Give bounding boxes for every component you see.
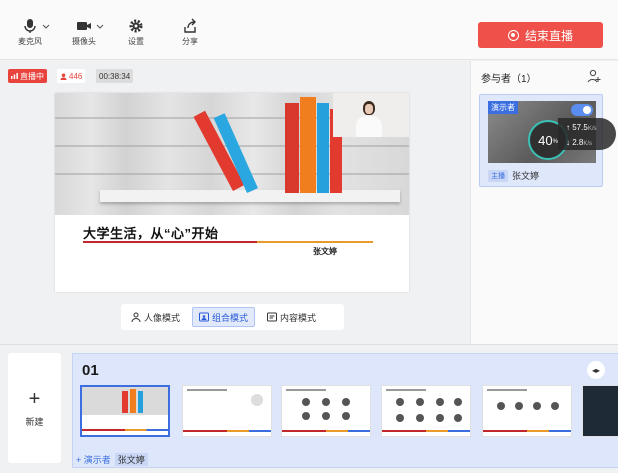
end-live-label: 结束直播	[524, 28, 573, 43]
combined-layout-icon	[199, 312, 210, 322]
share-button[interactable]: 分享	[170, 18, 210, 47]
slide-thumbnail[interactable]	[381, 385, 471, 437]
elapsed-timer: 00:38:34	[96, 69, 134, 83]
share-label: 分享	[182, 37, 198, 46]
scene-group-number: 01	[82, 362, 99, 379]
live-label: 直播中	[20, 71, 44, 81]
new-scene-label: 新建	[25, 416, 44, 427]
add-user-icon[interactable]	[587, 69, 601, 83]
participant-footer: 主播 张文婷	[488, 169, 539, 182]
mic-label: 麦克风	[18, 37, 42, 46]
microphone-icon	[24, 19, 36, 33]
participants-panel: 参与者（1） 演示者 40% ↑ 57.5K/s ↓ 2.8K/s 主播 张文婷	[470, 61, 618, 344]
settings-button[interactable]: 设置	[116, 18, 156, 47]
camera-chevron-down-icon[interactable]	[96, 22, 104, 30]
download-speed: 2.8	[572, 138, 584, 147]
participant-card[interactable]: 演示者 40% ↑ 57.5K/s ↓ 2.8K/s 主播 张文婷	[479, 94, 616, 187]
camera-label: 摄像头	[72, 37, 96, 46]
network-speed-panel: ↑ 57.5K/s ↓ 2.8K/s	[558, 118, 616, 150]
upload-arrow-icon: ↑	[566, 123, 570, 132]
download-arrow-icon: ↓	[566, 138, 570, 147]
person-icon	[131, 312, 141, 322]
collapse-arrows-icon[interactable]: ◂▸	[587, 361, 605, 379]
layout-mode-bar: 人像模式 组合模式 内容模式	[121, 304, 344, 330]
document-icon	[267, 312, 278, 322]
add-presenter-button[interactable]: + 演示者	[76, 453, 111, 466]
share-icon	[184, 18, 196, 33]
video-toggle[interactable]	[571, 104, 593, 116]
scene-group: 01 ◂▸ + 演示者 张文婷	[72, 353, 618, 468]
upload-speed: 57.5	[572, 123, 588, 132]
content-mode-button[interactable]: 内容模式	[261, 307, 322, 327]
camera-preview-inset	[333, 93, 409, 137]
participant-name: 张文婷	[512, 171, 540, 181]
gear-icon	[129, 19, 143, 33]
person-icon	[60, 72, 67, 80]
slide-divider	[83, 241, 373, 243]
presenter-tag: 演示者	[488, 101, 518, 114]
slide-bookshelf-image	[55, 93, 409, 215]
mic-chevron-down-icon[interactable]	[42, 22, 50, 30]
slide-thumbnail[interactable]	[482, 385, 572, 437]
end-live-button[interactable]: 结束直播	[478, 22, 603, 48]
new-scene-button[interactable]: + 新建	[8, 353, 61, 463]
scene-strip: + 新建 01 ◂▸ + 演示者 张文婷	[0, 344, 618, 473]
stage: 直播中 446 00:38:34 大学生活，从“心”开始 张文婷 人像模式 组合…	[0, 61, 470, 344]
participants-title: 参与者（1）	[481, 74, 537, 85]
presenter-name: 张文婷	[114, 452, 148, 466]
toolbar: 麦克风 摄像头 设置 分享 结束直播	[0, 0, 618, 60]
scene-group-footer: + 演示者 张文婷	[76, 452, 148, 466]
presentation-slide: 大学生活，从“心”开始 张文婷	[55, 93, 409, 292]
host-tag: 主播	[488, 169, 508, 182]
stop-icon	[507, 29, 519, 41]
slide-thumbnail[interactable]	[582, 385, 618, 437]
live-badge: 直播中	[8, 69, 47, 83]
settings-label: 设置	[128, 37, 144, 46]
slide-thumbnail[interactable]	[80, 385, 170, 437]
slide-author: 张文婷	[313, 247, 337, 256]
viewer-count-badge: 446	[57, 69, 86, 83]
slide-thumbnail[interactable]	[182, 385, 272, 437]
slide-title: 大学生活，从“心”开始	[83, 226, 219, 241]
plus-icon: +	[28, 387, 41, 410]
portrait-mode-button[interactable]: 人像模式	[125, 307, 186, 327]
viewer-count: 446	[69, 71, 83, 81]
combined-mode-button[interactable]: 组合模式	[192, 307, 256, 327]
signal-icon	[11, 73, 18, 79]
camera-icon	[77, 22, 91, 30]
slide-thumbnail[interactable]	[281, 385, 371, 437]
